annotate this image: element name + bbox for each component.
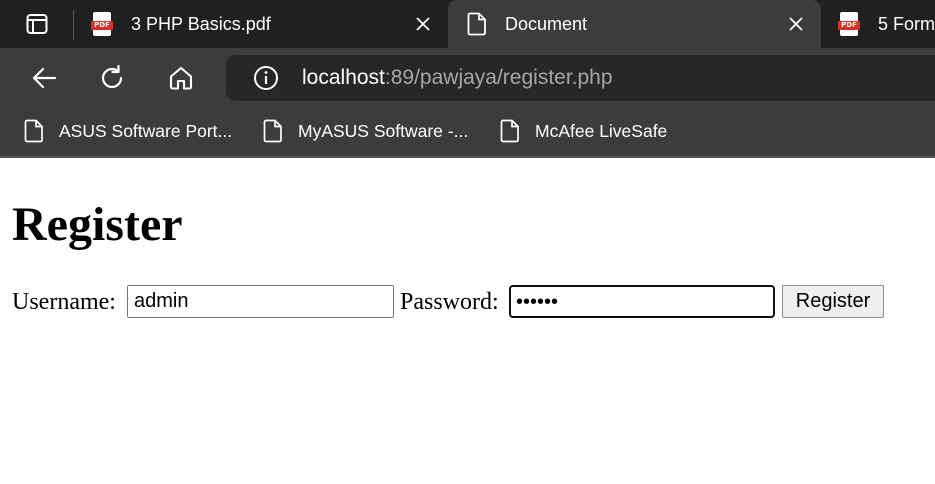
- document-icon: [262, 118, 284, 144]
- tab-document[interactable]: Document: [448, 0, 821, 48]
- tab-title: 5 Form: [878, 14, 935, 34]
- bookmark-myasus-software[interactable]: MyASUS Software -...: [262, 118, 468, 144]
- browser-toolbar: localhost:89/pawjaya/register.php: [0, 48, 935, 106]
- bookmarks-bar: ASUS Software Port... MyASUS Software -.…: [0, 106, 935, 158]
- password-input[interactable]: ••••••: [509, 285, 775, 318]
- tab-strip: PDF 3 PHP Basics.pdf Document PDF 5 Form: [0, 0, 935, 48]
- site-info-icon[interactable]: [253, 65, 279, 91]
- password-label: Password:: [400, 289, 499, 315]
- refresh-icon: [101, 64, 123, 89]
- document-icon: [23, 118, 45, 144]
- bookmark-label: ASUS Software Port...: [59, 120, 233, 141]
- back-button[interactable]: [29, 63, 59, 93]
- close-icon: [789, 17, 803, 31]
- url-path: :89/pawjaya/register.php: [384, 66, 613, 89]
- url-text[interactable]: localhost:89/pawjaya/register.php: [302, 64, 613, 92]
- refresh-button[interactable]: [97, 63, 127, 93]
- pdf-icon: PDF: [91, 12, 115, 36]
- tab-title: 3 PHP Basics.pdf: [131, 14, 271, 34]
- tab-title: Document: [505, 14, 588, 34]
- page-title: Register: [12, 198, 183, 251]
- tab-actions-icon: [26, 14, 48, 34]
- tab-actions-menu-button[interactable]: [22, 11, 52, 37]
- register-button[interactable]: Register: [782, 285, 884, 318]
- document-icon: [499, 118, 521, 144]
- tab-form[interactable]: PDF 5 Form: [823, 0, 935, 48]
- home-button[interactable]: [166, 63, 196, 93]
- document-icon: [466, 12, 490, 36]
- home-icon: [169, 66, 193, 90]
- tab-php-basics[interactable]: PDF 3 PHP Basics.pdf: [76, 0, 446, 48]
- page-content: Register Username: admin Password: •••••…: [0, 160, 935, 484]
- bookmark-mcafee-livesafe[interactable]: McAfee LiveSafe: [499, 118, 667, 144]
- pdf-icon: PDF: [838, 12, 862, 36]
- bookmark-label: MyASUS Software -...: [298, 120, 469, 141]
- close-tab-button[interactable]: [413, 14, 433, 34]
- bookmark-asus-software-portal[interactable]: ASUS Software Port...: [23, 118, 232, 144]
- username-input[interactable]: admin: [127, 285, 394, 318]
- back-arrow-icon: [32, 67, 57, 89]
- address-bar[interactable]: localhost:89/pawjaya/register.php: [226, 55, 935, 101]
- close-icon: [416, 17, 430, 31]
- bookmark-label: McAfee LiveSafe: [535, 120, 668, 141]
- username-label: Username:: [12, 289, 116, 315]
- tab-separator: [73, 10, 74, 40]
- url-host: localhost: [302, 66, 385, 89]
- close-tab-button[interactable]: [786, 14, 806, 34]
